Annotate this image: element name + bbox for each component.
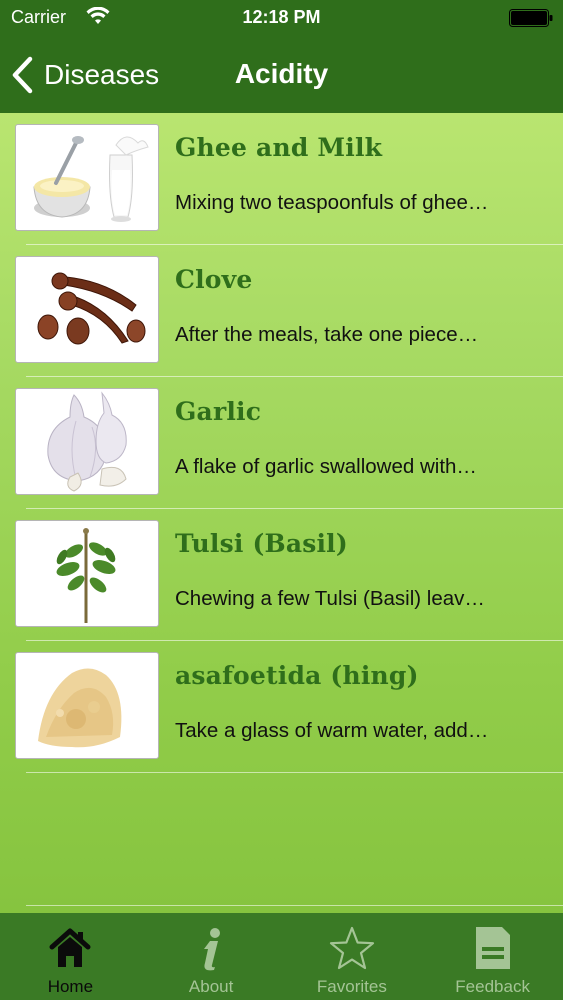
header: Carrier 12:18 PM Diseases Acidity [0,0,563,113]
nav-bar: Diseases Acidity [0,36,563,113]
remedy-description: Mixing two teaspoonfuls of ghee… [175,191,489,214]
list-end-divider [26,905,563,906]
remedy-description: Chewing a few Tulsi (Basil) leav… [175,587,485,610]
tab-feedback[interactable]: Feedback [422,913,563,1000]
remedy-description: A flake of garlic swallowed with… [175,455,477,478]
tab-home[interactable]: Home [0,913,141,1000]
remedy-title: Garlic [175,397,262,426]
asafoetida-image [15,652,159,759]
status-bar: Carrier 12:18 PM [0,0,563,36]
list-item[interactable]: Ghee and Milk Mixing two teaspoonfuls of… [0,113,563,245]
list-item[interactable]: Garlic A flake of garlic swallowed with… [0,377,563,509]
tab-bar: Home About Favorites Feedback [0,913,563,1000]
clove-image [15,256,159,363]
battery-icon [509,9,553,27]
tab-label: About [188,977,234,996]
page-title: Acidity [234,58,329,89]
remedy-description: After the meals, take one piece… [175,323,479,346]
remedy-title: asafoetida (hing) [175,661,419,690]
tab-label: Feedback [455,977,530,996]
status-time: 12:18 PM [242,7,321,27]
tab-about[interactable]: About [141,913,282,1000]
document-icon [475,927,510,969]
tulsi-image [15,520,159,627]
remedy-title: Tulsi (Basil) [175,529,348,558]
remedy-title: Ghee and Milk [175,133,383,162]
home-icon [49,928,91,967]
tab-label: Favorites [316,977,387,996]
tab-favorites[interactable]: Favorites [282,913,423,1000]
list-item[interactable]: Clove After the meals, take one piece… [0,245,563,377]
garlic-image [15,388,159,495]
list-item[interactable]: asafoetida (hing) Take a glass of warm w… [0,641,563,773]
ghee-milk-image [15,124,159,231]
remedy-title: Clove [175,265,253,294]
star-icon [329,926,374,970]
tab-label: Home [47,977,94,996]
remedy-description: Take a glass of warm water, add… [175,719,489,742]
row-divider [26,772,563,773]
remedy-list-area: Ghee and Milk Mixing two teaspoonfuls of… [0,113,563,913]
list-item[interactable]: Tulsi (Basil) Chewing a few Tulsi (Basil… [0,509,563,641]
info-icon [204,928,221,971]
